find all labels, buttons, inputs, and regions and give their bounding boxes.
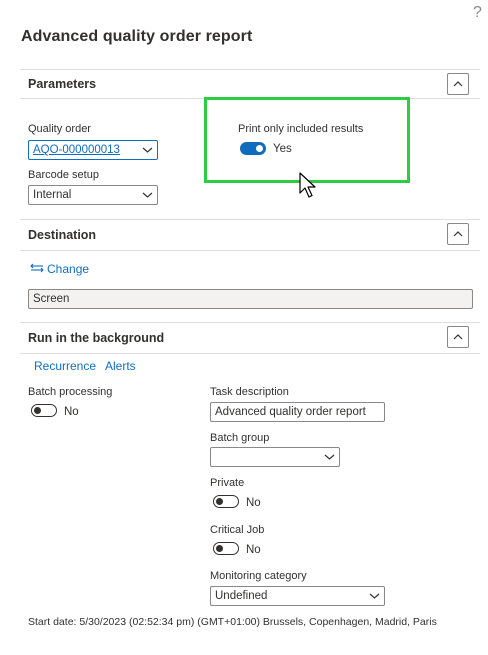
batch-group-label: Batch group	[210, 432, 270, 444]
chevron-down-icon	[369, 593, 380, 599]
barcode-setup-select[interactable]: Internal	[28, 185, 158, 205]
section-divider	[20, 219, 480, 220]
barcode-setup-label: Barcode setup	[28, 169, 99, 181]
destination-collapse-button[interactable]	[447, 223, 469, 245]
destination-field: Screen	[28, 289, 473, 309]
section-divider	[20, 353, 480, 354]
parameters-collapse-button[interactable]	[447, 73, 469, 95]
task-description-input[interactable]: Advanced quality order report	[210, 402, 385, 422]
start-date-text: Start date: 5/30/2023 (02:52:34 pm) (GMT…	[28, 616, 437, 628]
chevron-down-icon	[142, 147, 153, 153]
batch-processing-value: No	[64, 406, 79, 418]
quality-order-value[interactable]: AQO-000000013	[33, 144, 120, 156]
parameters-section-title[interactable]: Parameters	[28, 77, 96, 91]
batch-processing-label: Batch processing	[28, 386, 113, 398]
task-description-value: Advanced quality order report	[215, 406, 366, 418]
batch-group-select[interactable]	[210, 447, 340, 467]
private-toggle[interactable]	[213, 495, 239, 508]
critical-job-toggle[interactable]	[213, 542, 239, 555]
private-label: Private	[210, 477, 245, 489]
chevron-up-icon	[453, 231, 463, 237]
chevron-down-icon	[142, 192, 153, 198]
background-section-title[interactable]: Run in the background	[28, 331, 164, 345]
quality-order-label: Quality order	[28, 123, 91, 135]
monitoring-category-value: Undefined	[215, 590, 268, 602]
highlight-box	[204, 97, 410, 183]
chevron-up-icon	[453, 81, 463, 87]
batch-processing-toggle[interactable]	[31, 404, 57, 417]
chevron-down-icon	[324, 454, 335, 460]
destination-value: Screen	[33, 293, 70, 305]
change-destination-link[interactable]: Change	[47, 262, 89, 276]
toggle-knob	[216, 498, 223, 505]
critical-job-label: Critical Job	[210, 524, 265, 536]
help-icon[interactable]: ?	[473, 4, 482, 22]
section-divider	[20, 322, 480, 323]
chevron-up-icon	[453, 334, 463, 340]
dialog-title: Advanced quality order report	[21, 28, 253, 45]
toggle-knob	[34, 407, 41, 414]
task-description-label: Task description	[210, 386, 289, 398]
quality-order-select[interactable]: AQO-000000013	[28, 140, 158, 160]
recurrence-link[interactable]: Recurrence	[34, 359, 96, 373]
alerts-link[interactable]: Alerts	[105, 359, 136, 373]
toggle-knob	[216, 545, 223, 552]
monitoring-category-label: Monitoring category	[210, 570, 307, 582]
background-collapse-button[interactable]	[447, 326, 469, 348]
monitoring-category-select[interactable]: Undefined	[210, 586, 385, 606]
section-divider	[20, 250, 480, 251]
swap-arrows-icon	[30, 263, 44, 273]
section-divider	[20, 69, 480, 70]
mouse-cursor-icon	[299, 172, 316, 198]
barcode-setup-value: Internal	[33, 189, 72, 201]
critical-job-value: No	[246, 544, 261, 556]
destination-section-title[interactable]: Destination	[28, 228, 96, 242]
private-value: No	[246, 497, 261, 509]
